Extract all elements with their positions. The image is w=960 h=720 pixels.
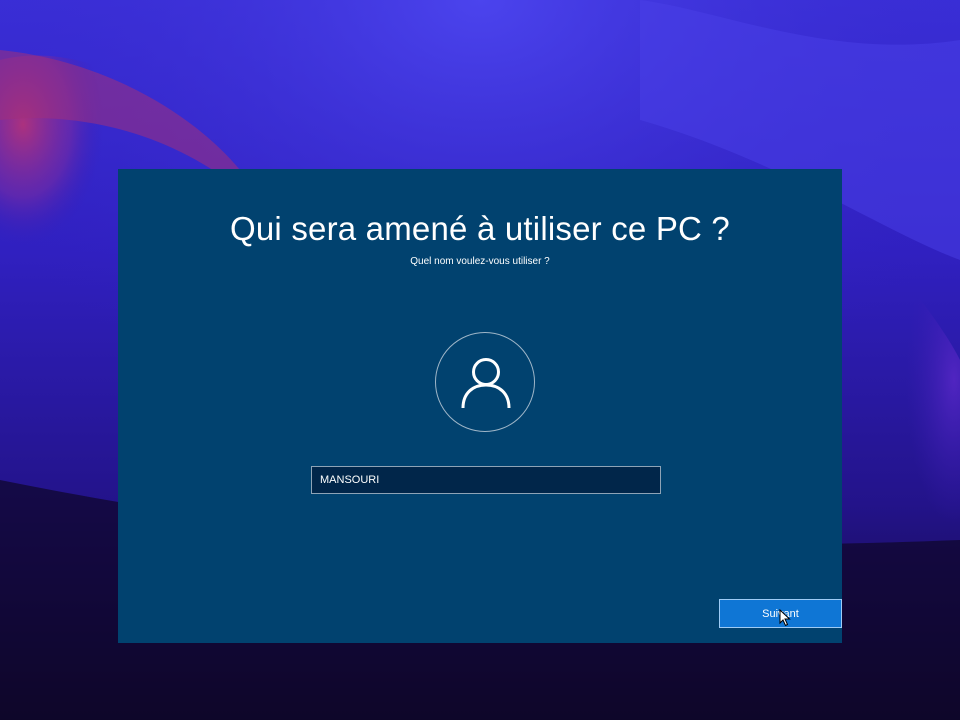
avatar	[435, 332, 535, 432]
page-title: Qui sera amené à utiliser ce PC ?	[230, 210, 730, 247]
setup-window: Qui sera amené à utiliser ce PC ? Quel n…	[118, 169, 842, 643]
next-button[interactable]: Suivant	[719, 599, 842, 628]
desktop-wallpaper: Qui sera amené à utiliser ce PC ? Quel n…	[0, 0, 960, 720]
user-icon	[461, 358, 511, 409]
username-input[interactable]	[311, 466, 661, 494]
page-subtitle: Quel nom voulez-vous utiliser ?	[410, 256, 550, 267]
